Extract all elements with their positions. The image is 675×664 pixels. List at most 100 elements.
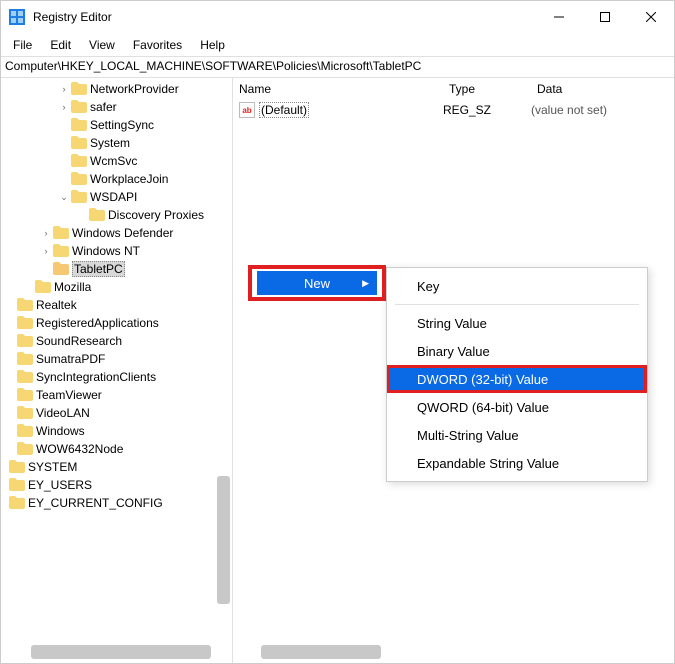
chevron-down-icon[interactable]: ⌄ xyxy=(57,192,71,203)
folder-icon xyxy=(17,442,33,456)
list-row[interactable]: ab(Default)REG_SZ(value not set) xyxy=(233,100,674,120)
tree-item[interactable]: ›EY_CURRENT_CONFIG xyxy=(1,494,232,512)
chevron-right-icon[interactable]: › xyxy=(39,228,53,238)
folder-icon xyxy=(9,460,25,474)
chevron-right-icon: ▶ xyxy=(362,278,369,289)
tree-item[interactable]: ›Mozilla xyxy=(1,278,232,296)
tree-item[interactable]: ›SoundResearch xyxy=(1,332,232,350)
tree-item-label: WOW6432Node xyxy=(36,442,123,456)
column-header-name[interactable]: Name xyxy=(233,80,443,98)
titlebar: Registry Editor xyxy=(1,1,674,33)
window-buttons xyxy=(536,1,674,33)
menu-favorites[interactable]: Favorites xyxy=(125,36,190,54)
tree-item-label: VideoLAN xyxy=(36,406,90,420)
tree-item-label: SettingSync xyxy=(90,118,154,132)
tree-hscroll[interactable] xyxy=(31,645,211,659)
folder-icon xyxy=(9,478,25,492)
tree-item[interactable]: ›SumatraPDF xyxy=(1,350,232,368)
tree-item-label: SumatraPDF xyxy=(36,352,105,366)
tree-item[interactable]: ›Realtek xyxy=(1,296,232,314)
column-header-data[interactable]: Data xyxy=(531,80,674,98)
context-menu-item[interactable]: String Value xyxy=(387,309,647,337)
context-new-highlight: New ▶ xyxy=(248,265,386,301)
close-button[interactable] xyxy=(628,1,674,33)
folder-icon xyxy=(71,82,87,96)
context-menu-item[interactable]: Multi-String Value xyxy=(387,421,647,449)
menu-separator xyxy=(395,304,639,305)
address-bar[interactable]: Computer\HKEY_LOCAL_MACHINE\SOFTWARE\Pol… xyxy=(1,56,674,78)
chevron-right-icon[interactable]: › xyxy=(57,102,71,112)
tree-item[interactable]: ›SYSTEM xyxy=(1,458,232,476)
folder-icon xyxy=(71,100,87,114)
row-data: (value not set) xyxy=(531,103,674,117)
folder-icon xyxy=(17,298,33,312)
tree-item-label: WcmSvc xyxy=(90,154,137,168)
tree-item[interactable]: ⌄WSDAPI xyxy=(1,188,232,206)
tree-item[interactable]: ›EY_USERS xyxy=(1,476,232,494)
row-name: (Default) xyxy=(259,103,443,117)
context-menu-new[interactable]: New ▶ xyxy=(257,271,377,295)
tree-item-label: RegisteredApplications xyxy=(36,316,159,330)
tree-item-label: SoundResearch xyxy=(36,334,122,348)
tree-item[interactable]: ›SettingSync xyxy=(1,116,232,134)
tree-item-label: System xyxy=(90,136,130,150)
context-menu-item[interactable]: Binary Value xyxy=(387,337,647,365)
maximize-button[interactable] xyxy=(582,1,628,33)
list-rows: ab(Default)REG_SZ(value not set) xyxy=(233,100,674,120)
tree-item[interactable]: ›TabletPC xyxy=(1,260,232,278)
tree-item[interactable]: ›WorkplaceJoin xyxy=(1,170,232,188)
tree-item-label: EY_CURRENT_CONFIG xyxy=(28,496,163,510)
tree-item-label: Windows xyxy=(36,424,85,438)
folder-icon xyxy=(71,136,87,150)
folder-icon xyxy=(17,388,33,402)
minimize-button[interactable] xyxy=(536,1,582,33)
list-header: Name Type Data xyxy=(233,78,674,100)
menu-file[interactable]: File xyxy=(5,36,40,54)
menu-help[interactable]: Help xyxy=(192,36,233,54)
folder-icon xyxy=(9,496,25,510)
menu-edit[interactable]: Edit xyxy=(42,36,79,54)
tree-item[interactable]: ›System xyxy=(1,134,232,152)
tree-vscroll[interactable] xyxy=(217,78,230,663)
folder-icon xyxy=(17,370,33,384)
folder-icon xyxy=(71,154,87,168)
tree-view[interactable]: ›NetworkProvider›safer›SettingSync›Syste… xyxy=(1,78,232,512)
tree-item[interactable]: ›WOW6432Node xyxy=(1,440,232,458)
folder-icon xyxy=(35,280,51,294)
folder-icon xyxy=(17,352,33,366)
tree-item[interactable]: ›Windows Defender xyxy=(1,224,232,242)
tree-item-label: Windows NT xyxy=(72,244,140,258)
tree-item[interactable]: › NetworkProvider xyxy=(1,80,232,98)
context-menu-item[interactable]: QWORD (64-bit) Value xyxy=(387,393,647,421)
tree-item[interactable]: ›Windows xyxy=(1,422,232,440)
tree-item-label: Realtek xyxy=(36,298,77,312)
scroll-thumb[interactable] xyxy=(217,476,230,604)
tree-item-label: WorkplaceJoin xyxy=(90,172,168,186)
list-hscroll[interactable] xyxy=(261,645,381,659)
chevron-right-icon[interactable]: › xyxy=(57,84,71,94)
folder-icon xyxy=(17,316,33,330)
tree-item-label: NetworkProvider xyxy=(90,82,179,96)
context-submenu: Key String ValueBinary ValueDWORD (32-bit… xyxy=(386,267,648,482)
tree-item-label: SyncIntegrationClients xyxy=(36,370,156,384)
tree-item[interactable]: › Windows NT xyxy=(1,242,232,260)
folder-icon xyxy=(89,208,105,222)
menu-view[interactable]: View xyxy=(81,36,123,54)
tree-item[interactable]: ›TeamViewer xyxy=(1,386,232,404)
folder-icon xyxy=(71,172,87,186)
tree-item[interactable]: ›Discovery Proxies xyxy=(1,206,232,224)
column-header-type[interactable]: Type xyxy=(443,80,531,98)
context-menu-item[interactable]: Expandable String Value xyxy=(387,449,647,477)
tree-item[interactable]: ›WcmSvc xyxy=(1,152,232,170)
window-title: Registry Editor xyxy=(33,10,536,24)
context-menu-item[interactable]: Key xyxy=(387,272,647,300)
tree-item[interactable]: ›SyncIntegrationClients xyxy=(1,368,232,386)
folder-icon xyxy=(17,334,33,348)
string-value-icon: ab xyxy=(239,102,255,118)
tree-item[interactable]: ›VideoLAN xyxy=(1,404,232,422)
context-menu-item[interactable]: DWORD (32-bit) Value xyxy=(387,365,647,393)
tree-item-label: TeamViewer xyxy=(36,388,102,402)
chevron-right-icon[interactable]: › xyxy=(39,246,53,256)
tree-item[interactable]: ›RegisteredApplications xyxy=(1,314,232,332)
tree-item[interactable]: ›safer xyxy=(1,98,232,116)
